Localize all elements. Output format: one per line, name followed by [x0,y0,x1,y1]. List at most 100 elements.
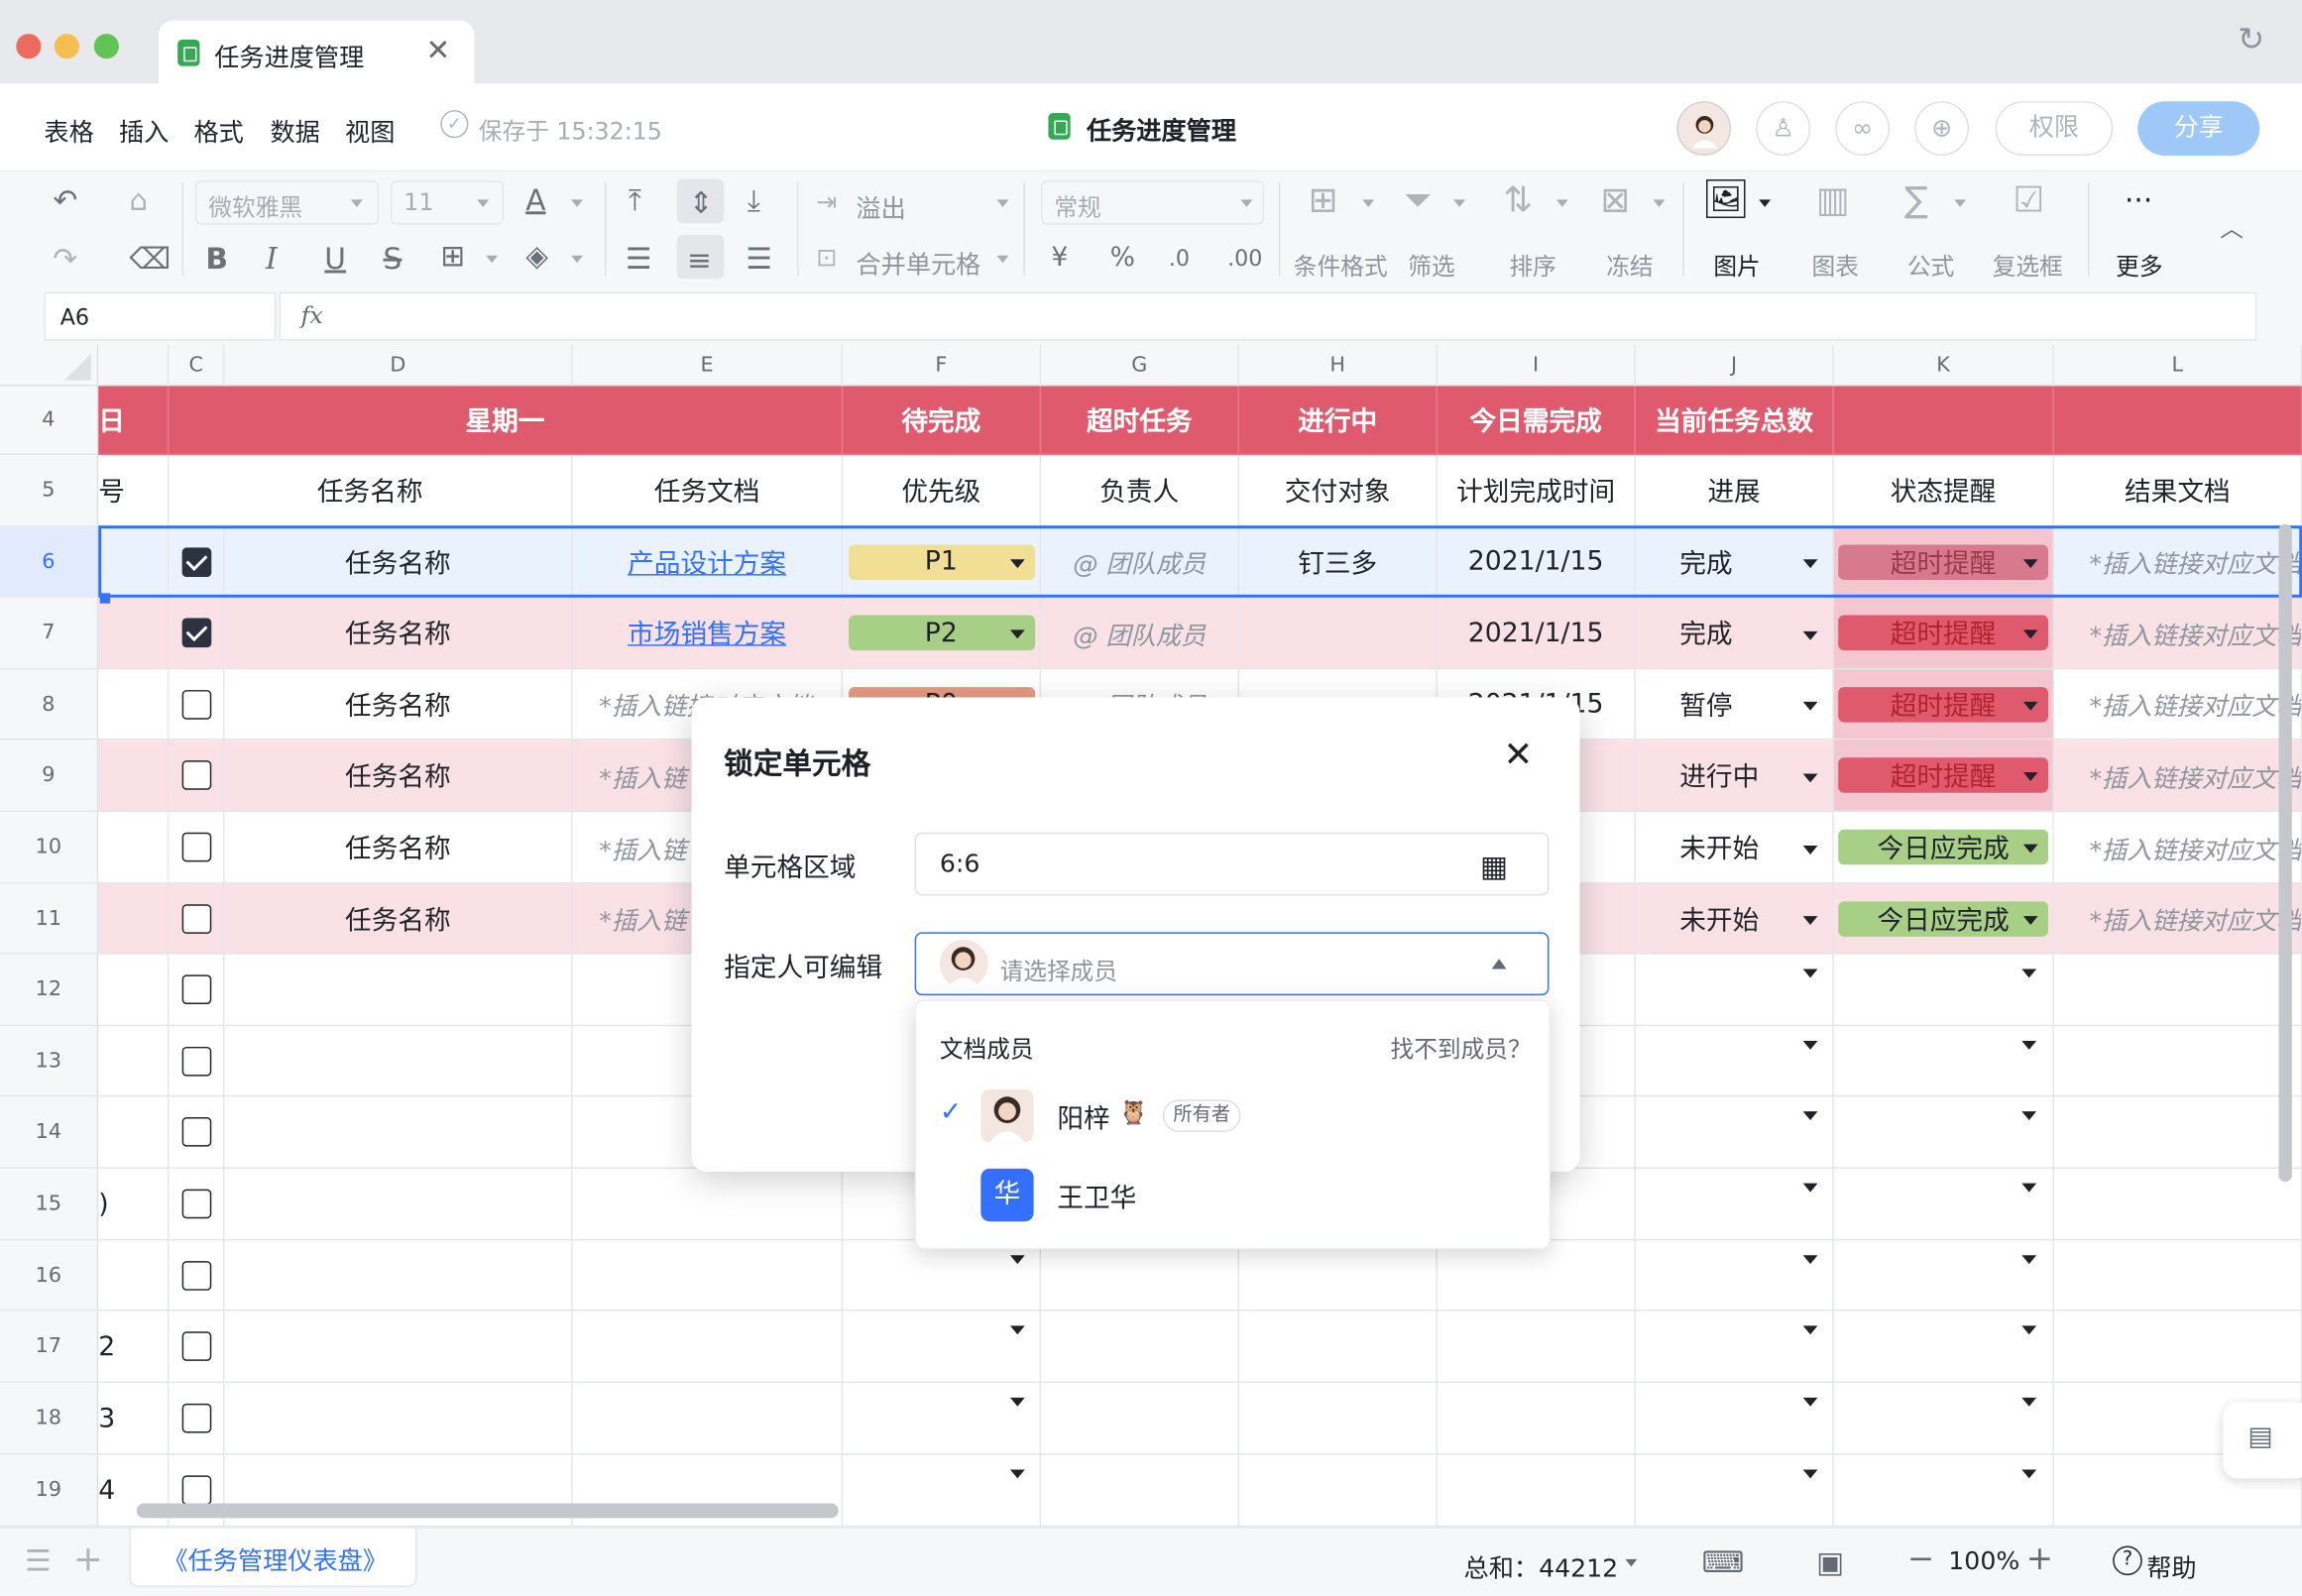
empty-cell[interactable] [572,1168,844,1241]
empty-cell[interactable] [1238,1240,1438,1311]
sheet-tab[interactable]: 《任务管理仪表盘》 [129,1528,417,1587]
checkbox-button[interactable]: 复选框 [1993,247,2063,283]
empty-cell[interactable] [1437,1240,1636,1311]
empty-cell[interactable] [1635,1168,1834,1241]
overflow-button[interactable]: 溢出 [856,188,905,225]
task-checkbox-cell[interactable] [169,811,225,884]
cell-b[interactable]: ) [98,1168,170,1241]
column-header-f[interactable]: F [843,345,1042,387]
zoom-window-button[interactable] [93,34,119,59]
task-target[interactable]: 钉三多 [1238,526,1438,598]
task-checkbox[interactable] [180,546,211,577]
horizontal-scrollbar[interactable] [136,1503,839,1519]
col-title-doc[interactable]: 任务文档 [572,455,844,527]
empty-cell[interactable] [1833,1311,2054,1384]
task-name[interactable]: 任务名称 [224,526,573,598]
redo-icon[interactable]: ↷ [53,244,77,274]
permission-button[interactable]: 权限 [1995,101,2114,156]
font-color-icon[interactable]: A [525,185,545,215]
task-checkbox[interactable] [180,1046,211,1076]
header-empty-l[interactable] [2053,386,2302,456]
empty-cell[interactable] [224,954,573,1027]
dropdown-arrow-icon[interactable] [2021,1325,2037,1335]
format-painter-icon[interactable]: ⌂ [129,185,148,215]
filter-button[interactable]: 筛选 [1408,247,1454,283]
task-priority[interactable]: P2 [843,597,1042,670]
row-header-4[interactable]: 4 [0,386,99,456]
task-name[interactable]: 任务名称 [224,597,573,670]
empty-cell[interactable] [1833,954,2054,1027]
empty-cell[interactable] [1635,954,1834,1027]
empty-cell[interactable] [2053,1168,2302,1241]
align-right-icon[interactable]: ☰ [746,244,772,274]
align-center-button[interactable]: ≡ [676,234,725,280]
cell-b[interactable] [98,1240,170,1311]
add-sheet-icon[interactable]: + [73,1539,103,1579]
task-date[interactable]: 2021/1/15 [1437,597,1636,670]
member-option[interactable]: ✓ 阳梓 🦉 所有者 [916,1080,1549,1153]
row-header-8[interactable]: 8 [0,669,99,741]
task-checkbox[interactable] [180,832,211,862]
dropdown-arrow-icon[interactable] [2021,1255,2037,1265]
task-progress[interactable]: 完成 [1635,597,1834,670]
task-checkbox-cell[interactable] [169,526,225,598]
select-range-icon[interactable]: ▦ [1480,849,1508,884]
status-pill[interactable]: 超时提醒 [1838,686,2048,722]
empty-cell[interactable] [1041,1454,1239,1528]
sheet-list-icon[interactable]: ☰ [25,1543,52,1579]
empty-cell[interactable] [1635,1311,1834,1384]
member-option[interactable]: 华 王卫华 [916,1160,1549,1233]
col-title-owner[interactable]: 负责人 [1041,455,1239,527]
task-name[interactable]: 任务名称 [224,883,573,955]
help-button[interactable]: 帮助 [2146,1547,2196,1584]
increase-decimal-button[interactable]: .00 [1227,244,1262,274]
col-title-priority[interactable]: 优先级 [843,455,1042,527]
empty-cell[interactable] [1238,1311,1438,1384]
dropdown-arrow-icon[interactable] [1802,773,1818,783]
task-date[interactable]: 2021/1/15 [1437,526,1636,598]
task-status[interactable]: 今日应完成 [1833,883,2054,955]
dropdown-arrow-icon[interactable] [1009,1325,1025,1335]
conditional-format-button[interactable]: 条件格式 [1294,247,1388,283]
empty-cell[interactable] [1635,1454,1834,1528]
task-checkbox-cell[interactable] [169,740,225,812]
refresh-icon[interactable]: ↻ [2238,22,2264,58]
status-pill[interactable]: 今日应完成 [1838,829,2048,865]
task-progress[interactable]: 未开始 [1635,883,1834,955]
task-status[interactable]: 超时提醒 [1833,740,2054,812]
empty-cell[interactable] [1437,1454,1636,1528]
empty-cell[interactable] [1833,1096,2054,1169]
row-header-19[interactable]: 19 [0,1454,99,1528]
column-header-b[interactable] [98,345,170,387]
task-name[interactable]: 任务名称 [224,811,573,884]
dropdown-arrow-icon[interactable] [1802,1469,1818,1479]
empty-cell[interactable] [224,1311,573,1384]
dropdown-arrow-icon[interactable] [1009,1255,1025,1265]
empty-cell[interactable] [2053,1096,2302,1169]
row-header-17[interactable]: 17 [0,1311,99,1384]
row-header-11[interactable]: 11 [0,883,99,955]
task-owner[interactable]: @ 团队成员 [1041,597,1239,670]
column-header-k[interactable]: K [1833,345,2054,387]
empty-cell[interactable] [1635,1096,1834,1169]
task-checkbox-cell[interactable] [169,669,225,741]
task-result[interactable]: *插入链接对应文档 [2053,597,2302,670]
empty-cell[interactable] [572,1311,844,1384]
col-title-status[interactable]: 状态提醒 [1833,455,2054,527]
dropdown-arrow-icon[interactable] [1802,1183,1818,1193]
menu-insert[interactable]: 插入 [119,112,169,149]
align-bottom-icon[interactable]: ⤓ [748,185,760,215]
underline-icon[interactable]: U [324,244,346,274]
task-progress[interactable]: 未开始 [1635,811,1834,884]
zoom-out-icon[interactable]: − [1907,1541,1934,1578]
dropdown-arrow-icon[interactable] [1802,1325,1818,1335]
task-checkbox[interactable] [180,1260,211,1291]
column-header-e[interactable]: E [572,345,844,387]
cell-b[interactable] [98,1026,170,1097]
empty-cell[interactable] [1833,1383,2054,1455]
empty-cell[interactable] [843,1454,1042,1528]
dropdown-arrow-icon[interactable] [1802,969,1818,978]
column-header-d[interactable]: D [224,345,573,387]
task-result[interactable]: *插入链接对应文档 [2053,526,2302,598]
empty-cell[interactable] [1833,1168,2054,1241]
